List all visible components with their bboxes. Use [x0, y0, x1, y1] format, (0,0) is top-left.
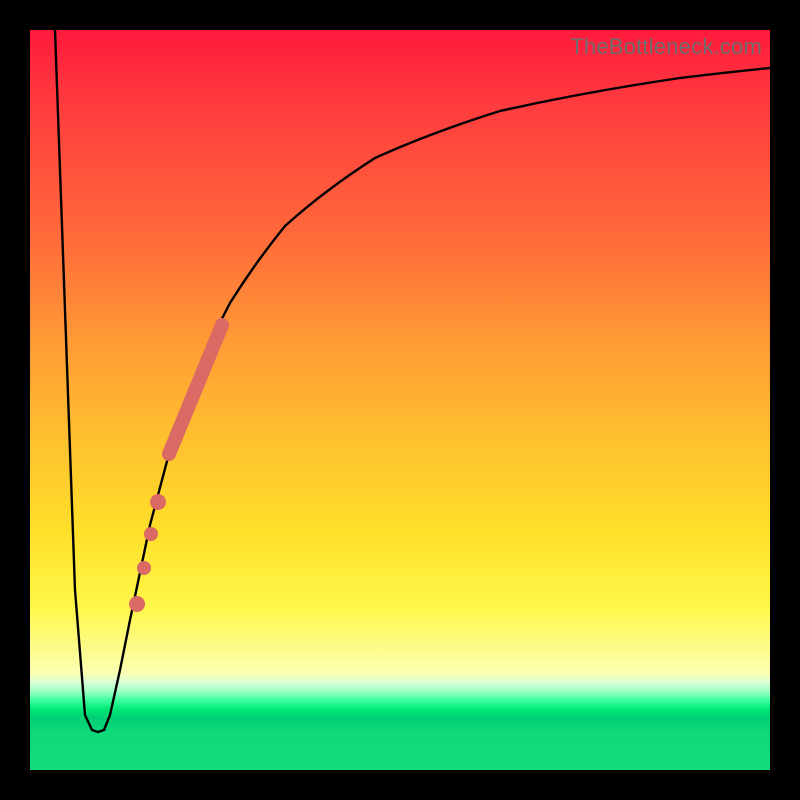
- bottleneck-curve: [55, 30, 770, 732]
- plot-area: TheBottleneck.com: [30, 30, 770, 770]
- highlight-segment: [169, 325, 222, 454]
- chart-frame: TheBottleneck.com: [0, 0, 800, 800]
- highlight-dot: [129, 596, 145, 612]
- highlight-dot: [150, 494, 166, 510]
- curve-svg: [30, 30, 770, 770]
- highlight-dot: [137, 561, 151, 575]
- highlight-dot: [144, 527, 158, 541]
